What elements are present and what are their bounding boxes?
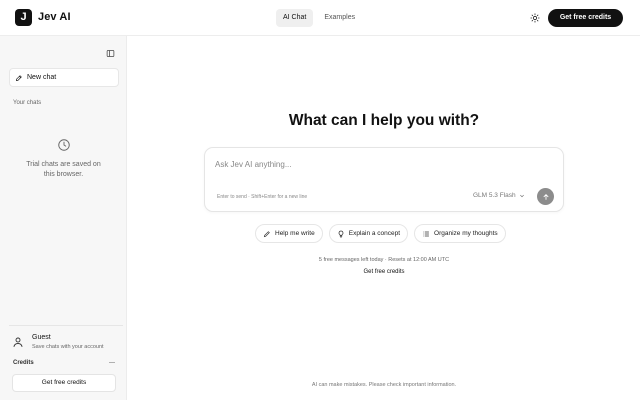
message-limit-text: 5 free messages left today · Resets at 1…	[318, 257, 450, 263]
credits-label: Credits	[13, 360, 34, 366]
edit-icon	[16, 74, 22, 81]
logo-mark[interactable]: J	[15, 9, 32, 26]
chip-help-me-write[interactable]: Help me write	[255, 224, 323, 243]
main-tabs: AI Chat Examples	[276, 9, 362, 27]
send-button[interactable]	[537, 188, 554, 205]
chevron-down-icon	[519, 194, 524, 197]
new-chat-label: New chat	[27, 74, 57, 81]
your-chats-heading: Your chats	[13, 100, 42, 106]
user-icon	[13, 337, 23, 347]
guest-name: Guest	[32, 334, 51, 341]
message-input[interactable]	[215, 157, 545, 171]
clock-icon	[57, 139, 70, 151]
limit-get-free-credits-link[interactable]: Get free credits	[128, 269, 640, 275]
chip-label: Explain a concept	[348, 230, 401, 237]
sidebar-toggle-icon	[106, 49, 114, 57]
model-selector[interactable]: GLM 5.3 Flash	[473, 192, 525, 199]
sidebar-get-free-credits-button[interactable]: Get free credits	[12, 374, 116, 392]
theme-toggle-button[interactable]	[527, 10, 543, 26]
chip-explain-a-concept[interactable]: Explain a concept	[328, 224, 409, 243]
sun-icon	[530, 13, 540, 23]
arrow-up-icon	[543, 193, 548, 200]
chat-composer: Enter to send · Shift+Enter for a new li…	[204, 147, 564, 212]
sidebar-divider	[9, 325, 123, 326]
new-chat-button[interactable]: New chat	[9, 68, 119, 87]
page-title: What can I help you with?	[288, 112, 480, 129]
chip-organize-my-thoughts[interactable]: Organize my thoughts	[414, 224, 506, 243]
pen-icon	[263, 230, 270, 237]
model-name: GLM 5.3 Flash	[473, 192, 516, 199]
chip-label: Organize my thoughts	[434, 230, 498, 237]
guest-subtitle: Save chats with your account	[32, 344, 104, 350]
ai-disclaimer: AI can make mistakes. Please check impor…	[311, 382, 457, 388]
sidebar: New chat Your chats Trial chats are save…	[0, 36, 127, 400]
lightbulb-icon	[338, 230, 344, 237]
tab-ai-chat[interactable]: AI Chat	[276, 9, 314, 27]
composer-hint: Enter to send · Shift+Enter for a new li…	[217, 194, 308, 200]
chip-label: Help me write	[275, 230, 315, 237]
suggestion-chips: Help me write Explain a concept Organize…	[255, 224, 506, 243]
tab-examples[interactable]: Examples	[317, 9, 362, 27]
credits-value: —	[109, 360, 115, 366]
collapse-sidebar-button[interactable]	[104, 47, 116, 59]
top-bar: J Jev AI AI Chat Examples Get free credi…	[0, 0, 640, 36]
list-icon	[423, 231, 430, 236]
credits-row: Credits —	[13, 360, 115, 368]
chats-empty-state: Trial chats are saved on this browser.	[0, 138, 127, 180]
brand-name[interactable]: Jev AI	[38, 11, 71, 23]
get-free-credits-button[interactable]: Get free credits	[548, 9, 623, 27]
empty-state-text: Trial chats are saved on this browser.	[26, 161, 101, 178]
